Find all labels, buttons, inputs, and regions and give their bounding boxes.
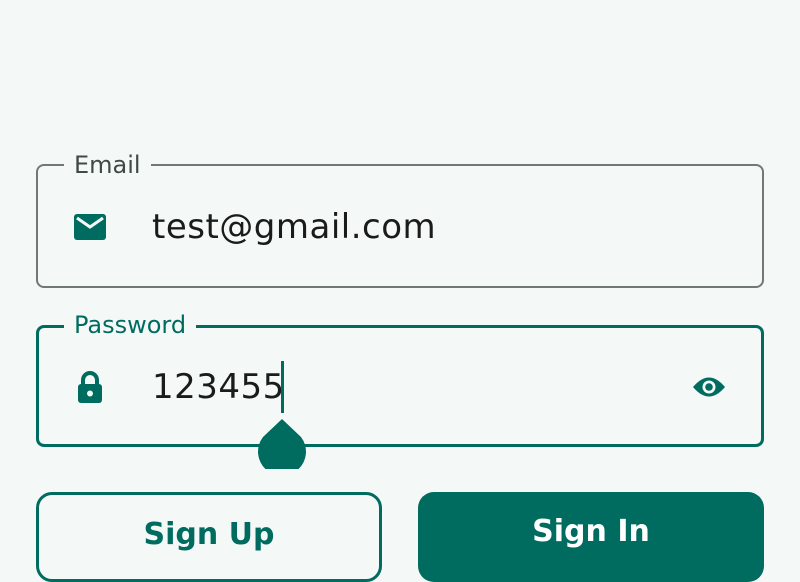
- mail-icon: [74, 211, 106, 243]
- email-input[interactable]: test@gmail.com: [152, 207, 436, 247]
- password-label: Password: [64, 311, 197, 339]
- email-field[interactable]: Email test@gmail.com: [36, 151, 764, 288]
- text-cursor: [281, 361, 284, 413]
- sign-in-label: Sign In: [532, 514, 650, 549]
- sign-in-button[interactable]: Sign In: [418, 492, 764, 582]
- lock-icon: [74, 371, 106, 403]
- email-label: Email: [64, 151, 151, 179]
- eye-icon[interactable]: [689, 371, 729, 403]
- password-field[interactable]: Password 123455: [36, 311, 764, 476]
- cursor-handle[interactable]: [257, 419, 307, 476]
- password-input[interactable]: 123455: [152, 367, 285, 407]
- sign-up-button[interactable]: Sign Up: [36, 492, 382, 582]
- sign-up-label: Sign Up: [143, 517, 275, 552]
